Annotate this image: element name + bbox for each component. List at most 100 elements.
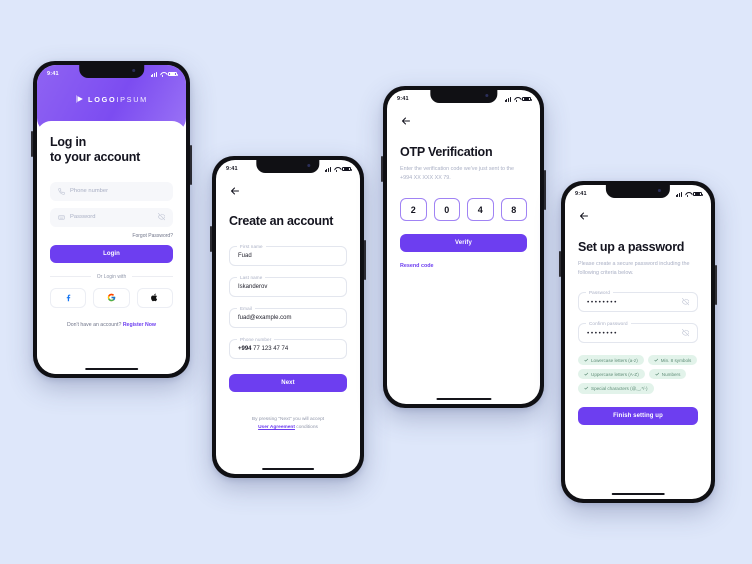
otp-digit-4[interactable]: 8 — [500, 198, 527, 221]
criteria-chip-label: Min. 8 symbols — [660, 357, 692, 363]
phone-input-placeholder: Phone number — [70, 188, 109, 194]
next-button[interactable]: Next — [229, 374, 347, 393]
resend-code-link[interactable]: Resend code — [400, 263, 527, 269]
password-field[interactable]: Password •••••••• — [578, 289, 698, 312]
front-camera-icon — [307, 164, 311, 167]
wifi-icon — [334, 167, 340, 172]
app-logo: LOGOIPSUM — [75, 94, 148, 104]
criteria-chip-lowercase: Lowercase letters (a-z) — [578, 355, 644, 366]
page-title: Set up a password — [578, 240, 685, 254]
phone-mockup-otp: 9:41 OTP Verification Enter the verifica… — [381, 86, 546, 408]
back-arrow-icon[interactable] — [578, 210, 590, 222]
or-label: Or Login with — [96, 273, 127, 280]
device-notch — [78, 65, 145, 78]
mockup-stage: LOGOIPSUM 9:41 Log in to your account Ph… — [0, 0, 752, 564]
back-arrow-icon[interactable] — [400, 115, 412, 127]
criteria-chip-special-characters: Special characters (@,_,*/-) — [578, 383, 654, 394]
confirm-password-label: Confirm password — [586, 320, 631, 326]
criteria-chip-label: Lowercase letters (a-z) — [591, 357, 638, 363]
otp-subtitle: Enter the verification code we've just s… — [400, 166, 514, 181]
phone-number-label: Phone number — [237, 336, 275, 342]
phone-input[interactable]: Phone number — [50, 181, 173, 201]
status-time: 9:41 — [397, 96, 409, 102]
device-notch — [256, 160, 320, 173]
set-password-screen: 9:41 Set up a password Please create a s… — [565, 185, 711, 499]
google-login-button[interactable] — [93, 287, 130, 308]
cellular-signal-icon — [150, 71, 157, 77]
first-name-label: First name — [237, 243, 266, 249]
password-field-value: •••••••• — [587, 298, 619, 306]
login-sheet: Log in to your account Phone number Pass… — [37, 121, 186, 374]
page-title: OTP Verification — [400, 145, 493, 159]
phone-number-field[interactable]: Phone number +994 77 123 47 74 — [229, 336, 347, 360]
email-value: fuad@example.com — [238, 315, 292, 322]
phone-mockup-login: LOGOIPSUM 9:41 Log in to your account Ph… — [31, 61, 192, 378]
phone-mockup-set-password: 9:41 Set up a password Please create a s… — [559, 181, 717, 503]
agreement-text-post: conditions — [294, 425, 318, 431]
phone-number-rest: 77 123 47 74 — [251, 346, 289, 353]
facebook-icon — [66, 294, 70, 302]
facebook-login-button[interactable] — [50, 287, 87, 308]
otp-digit-1[interactable]: 2 — [400, 198, 427, 221]
phone-mockup-signup: 9:41 Create an account First name Fuad L… — [210, 156, 366, 478]
logo-wordmark: LOGOIPSUM — [88, 94, 148, 104]
criteria-chip-label: Uppercase letters (A-Z) — [591, 371, 639, 377]
otp-screen: 9:41 OTP Verification Enter the verifica… — [387, 90, 540, 404]
cellular-signal-icon — [504, 96, 511, 102]
verify-button[interactable]: Verify — [400, 234, 527, 252]
eye-off-icon[interactable] — [157, 213, 166, 221]
user-agreement-link[interactable]: User Agreement — [258, 425, 295, 430]
cellular-signal-icon — [675, 191, 682, 197]
eye-off-icon[interactable] — [681, 329, 690, 337]
criteria-chip-min-symbols: Min. 8 symbols — [647, 355, 698, 366]
user-agreement-note: By pressing "Next" you will accept User … — [229, 416, 347, 432]
phone-icon — [58, 187, 65, 195]
battery-icon — [168, 71, 178, 77]
password-input-placeholder: Password — [70, 214, 96, 220]
phone-country-code: +994 — [238, 346, 252, 353]
title-line-2: to your account — [50, 150, 141, 165]
finish-setting-up-button[interactable]: Finish setting up — [578, 406, 698, 425]
password-input[interactable]: Password — [50, 207, 173, 227]
signup-screen: 9:41 Create an account First name Fuad L… — [216, 160, 360, 474]
password-field-label: Password — [586, 289, 613, 295]
last-name-field[interactable]: Last name Iskanderov — [229, 274, 347, 298]
email-field[interactable]: Email fuad@example.com — [229, 305, 347, 329]
login-button[interactable]: Login — [50, 244, 173, 263]
first-name-field[interactable]: First name Fuad — [229, 243, 347, 267]
register-now-link[interactable]: Register Now — [123, 322, 156, 328]
google-icon — [107, 293, 116, 302]
criteria-chip-label: Numbers — [661, 371, 681, 377]
apple-login-button[interactable] — [136, 287, 173, 308]
front-camera-icon — [658, 189, 662, 192]
phone-number-value: +994 77 123 47 74 — [238, 346, 288, 352]
otp-digit-3[interactable]: 4 — [467, 198, 494, 221]
title-line-1: Log in — [50, 135, 86, 149]
front-camera-icon — [485, 94, 489, 97]
confirm-password-field[interactable]: Confirm password •••••••• — [578, 320, 698, 343]
wifi-icon — [514, 97, 520, 102]
check-icon — [654, 358, 658, 362]
wifi-icon — [685, 192, 691, 197]
cellular-signal-icon — [324, 166, 331, 172]
page-title: Log in to your account — [50, 135, 173, 166]
back-arrow-icon[interactable] — [229, 185, 241, 197]
battery-icon — [522, 96, 532, 102]
check-icon — [584, 358, 589, 362]
forgot-password-link[interactable]: Forgot Password? — [50, 233, 173, 239]
otp-digit-2[interactable]: 0 — [433, 198, 460, 221]
page-title: Create an account — [229, 214, 334, 228]
battery-icon — [342, 166, 352, 172]
status-time: 9:41 — [47, 71, 59, 77]
login-screen: LOGOIPSUM 9:41 Log in to your account Ph… — [37, 65, 186, 374]
set-password-subtitle: Please create a secure password includin… — [578, 261, 690, 276]
home-indicator — [435, 397, 492, 400]
register-prompt-text: Don't have an account? — [67, 321, 123, 328]
social-login-row — [50, 287, 173, 308]
eye-off-icon[interactable] — [681, 298, 690, 306]
check-icon — [655, 372, 659, 376]
play-mark-icon — [76, 94, 83, 104]
last-name-label: Last name — [237, 274, 266, 280]
divider-line-right — [132, 276, 173, 277]
criteria-chip-label: Special characters (@,_,*/-) — [591, 385, 648, 391]
